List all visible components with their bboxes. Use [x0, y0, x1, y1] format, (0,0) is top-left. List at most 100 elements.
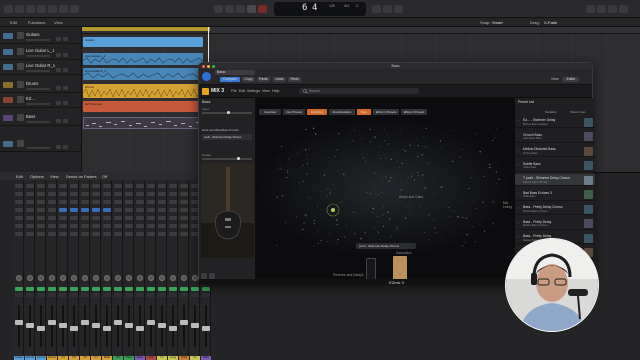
plugin-slot[interactable] — [59, 232, 67, 236]
loops-icon[interactable] — [608, 5, 617, 13]
pan-knob[interactable] — [27, 275, 33, 281]
plugin-slot[interactable] — [81, 200, 89, 204]
plugin-slot[interactable] — [136, 232, 144, 236]
fader-track[interactable] — [150, 305, 152, 347]
read-button[interactable] — [114, 287, 122, 291]
edit-menu[interactable]: Edit — [10, 20, 17, 25]
plugin-slot[interactable] — [158, 232, 166, 236]
plugin-slot[interactable] — [70, 192, 78, 196]
plugin-slot[interactable] — [103, 216, 111, 220]
plugin-slot[interactable] — [180, 232, 188, 236]
plugin-slot[interactable] — [59, 224, 67, 228]
channel-strip[interactable]: Int — [157, 180, 167, 360]
track-name[interactable]: Guitars — [26, 32, 40, 37]
channel-name[interactable]: Live Gt — [25, 356, 35, 360]
filter-chip[interactable]: Bass — [357, 109, 371, 115]
plugin-slot[interactable] — [70, 184, 78, 188]
plugin-slot[interactable] — [48, 208, 56, 212]
plugin-slot[interactable] — [114, 192, 122, 196]
channel-strip[interactable]: Drums — [47, 180, 57, 360]
group-button[interactable] — [114, 293, 122, 297]
plugin-slot[interactable] — [158, 208, 166, 212]
help-icon[interactable] — [26, 5, 35, 13]
plugin-slot[interactable] — [103, 200, 111, 204]
channel-name[interactable]: Live Gt — [36, 356, 46, 360]
track-volume-slider[interactable] — [26, 39, 50, 41]
track-volume-slider[interactable] — [26, 55, 50, 57]
fader-cap[interactable] — [26, 323, 34, 328]
preset-list-item[interactable]: ☆ Subtle Bass Clean Bass — [515, 160, 595, 172]
channel-strip[interactable]: Live Gt — [25, 180, 35, 360]
fader-cap[interactable] — [59, 323, 67, 328]
channel-name[interactable]: Int — [157, 356, 167, 360]
channel-name[interactable]: Tr5 — [69, 356, 79, 360]
plugin-slot[interactable] — [48, 224, 56, 228]
plugin-slot[interactable] — [114, 232, 122, 236]
read-button[interactable] — [48, 287, 56, 291]
drag-select[interactable]: X-Fade — [544, 20, 557, 25]
pan-knob[interactable] — [170, 275, 176, 281]
solo-button[interactable] — [63, 37, 68, 41]
group-button[interactable] — [191, 293, 199, 297]
forward-button[interactable] — [225, 5, 234, 13]
track-volume-slider[interactable] — [26, 70, 50, 72]
plugin-slot[interactable] — [169, 224, 177, 228]
group-button[interactable] — [48, 293, 56, 297]
track-header[interactable]: Live Guitar R_1 — [0, 60, 82, 75]
plugin-slot[interactable] — [81, 224, 89, 228]
read-button[interactable] — [70, 287, 78, 291]
fader-cap[interactable] — [169, 326, 177, 331]
track-header[interactable]: Bass — [0, 111, 82, 126]
fader-track[interactable] — [84, 305, 86, 347]
read-button[interactable] — [191, 287, 199, 291]
read-button[interactable] — [169, 287, 177, 291]
mixer-icon[interactable] — [59, 5, 68, 13]
pan-knob[interactable] — [148, 275, 154, 281]
plugin-slot[interactable] — [37, 216, 45, 220]
plugin-slot[interactable] — [92, 232, 100, 236]
plugin-slot[interactable] — [26, 192, 34, 196]
solo-button[interactable] — [63, 119, 68, 123]
solo-button[interactable] — [63, 145, 68, 149]
plugin-slot[interactable] — [92, 192, 100, 196]
plugin-slot[interactable] — [26, 232, 34, 236]
plugin-slot[interactable] — [70, 224, 78, 228]
plugin-slot[interactable] — [136, 216, 144, 220]
track-name[interactable]: Live Guitar L_1 — [26, 48, 54, 53]
selected-preset-chip[interactable]: push - Shimmer Delay Chorus — [356, 243, 416, 249]
filter-chip[interactable]: EZmix 3 Presets — [401, 109, 427, 115]
plugin-slot[interactable] — [147, 232, 155, 236]
plugin-slot[interactable] — [114, 208, 122, 212]
track-header[interactable] — [0, 137, 82, 152]
track-volume-slider[interactable] — [26, 88, 50, 90]
undo-button[interactable]: Undo — [273, 77, 286, 82]
inspector-icon[interactable] — [15, 5, 24, 13]
channel-strip[interactable]: Tr4 — [58, 180, 68, 360]
file-menu[interactable]: File — [231, 89, 237, 93]
plugin-slot[interactable] — [147, 200, 155, 204]
group-button[interactable] — [15, 293, 23, 297]
redo-button[interactable]: Redo — [288, 77, 301, 82]
read-button[interactable] — [147, 287, 155, 291]
plugin-slot[interactable] — [81, 216, 89, 220]
channel-name[interactable]: Bass — [201, 356, 211, 360]
fader-cap[interactable] — [48, 320, 56, 325]
track-volume-slider[interactable] — [26, 103, 50, 105]
read-button[interactable] — [180, 287, 188, 291]
plugin-slot[interactable] — [103, 184, 111, 188]
fader-cap[interactable] — [202, 326, 210, 331]
plugin-slot[interactable] — [70, 208, 78, 212]
group-button[interactable] — [26, 293, 34, 297]
mute-button[interactable] — [56, 68, 61, 72]
plugin-slot[interactable] — [125, 224, 133, 228]
edit-menu-ez[interactable]: Edit — [239, 89, 245, 93]
channel-name[interactable]: Tr4 — [58, 356, 68, 360]
toolbar-icon[interactable] — [37, 5, 46, 13]
preset-list-item[interactable]: ☆ Mellow Distorted Bass Driving Bass — [515, 145, 595, 157]
channel-name[interactable]: Vocal — [179, 356, 189, 360]
plugin-slot[interactable] — [15, 232, 23, 236]
read-button[interactable] — [92, 287, 100, 291]
plugin-slot[interactable] — [26, 224, 34, 228]
plugin-slot[interactable] — [59, 192, 67, 196]
output-slider-handle[interactable] — [237, 157, 240, 160]
